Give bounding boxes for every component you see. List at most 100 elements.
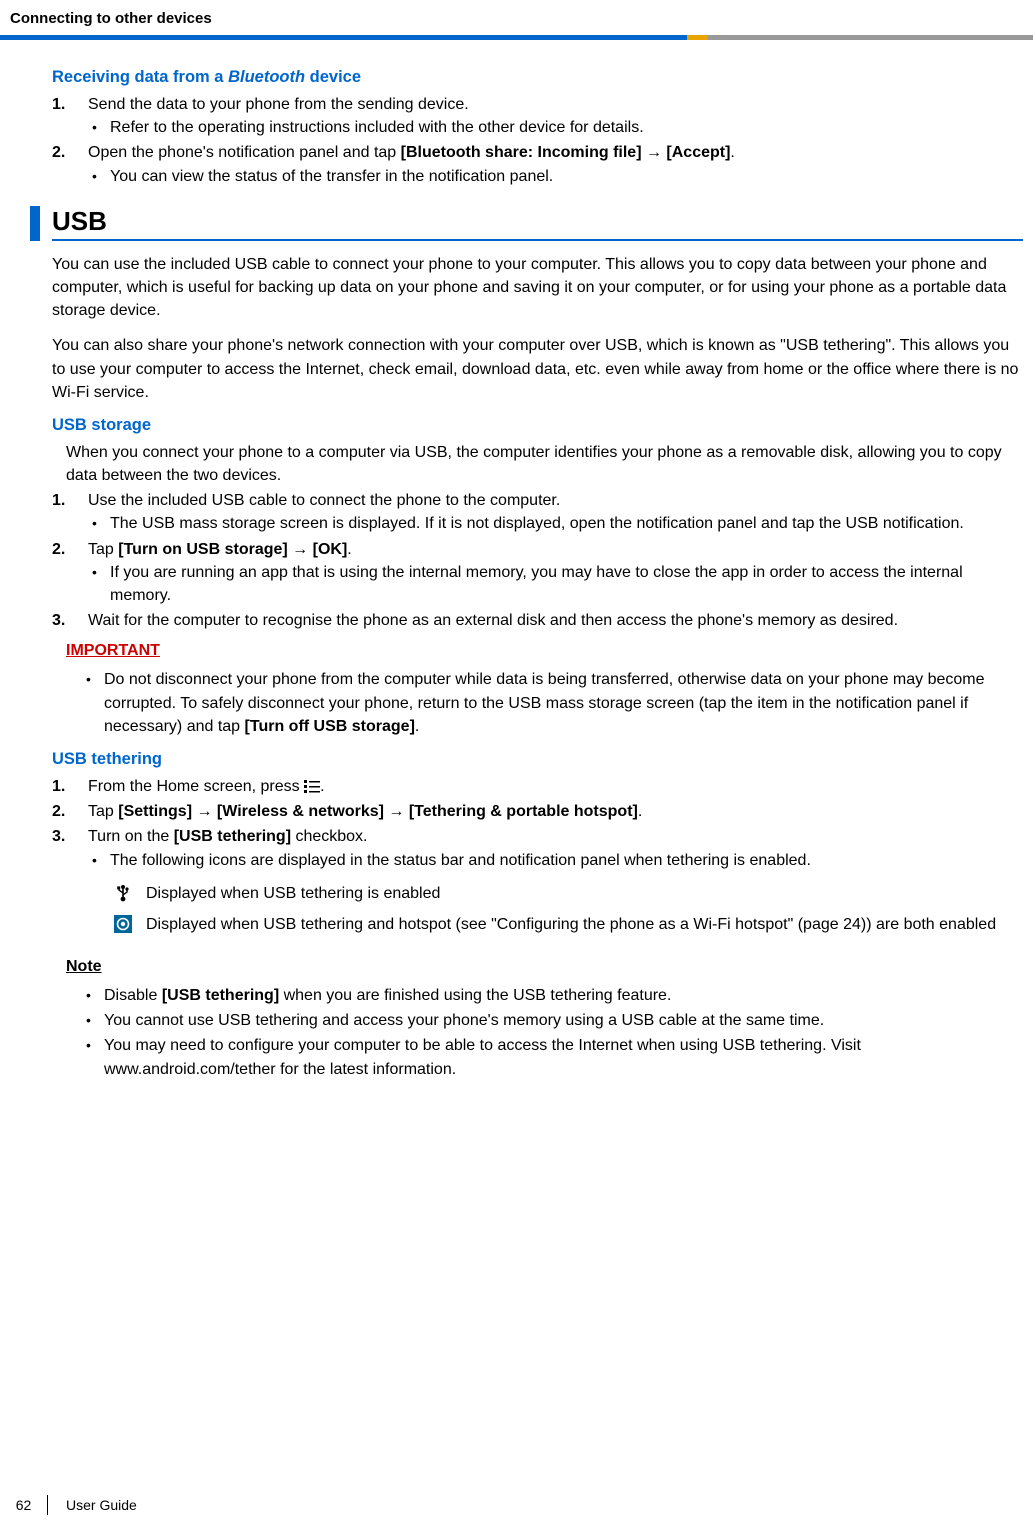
step-text: Wait for the computer to recognise the p…: [88, 612, 898, 629]
step-number: 1.: [52, 775, 65, 798]
step-sublist: The USB mass storage screen is displayed…: [88, 512, 1023, 535]
step-number: 2.: [52, 141, 65, 164]
icon-description: Displayed when USB tethering and hotspot…: [146, 913, 1023, 936]
step-1: 1. From the Home screen, press .: [78, 775, 1023, 798]
bold-label: [Turn off USB storage]: [245, 718, 415, 735]
rule-segment-orange: [687, 35, 708, 40]
page-footer: 62 User Guide: [0, 1495, 137, 1515]
bold-label: [Bluetooth share: Incoming file]: [401, 144, 642, 161]
usb-section-heading-row: USB: [30, 206, 1023, 241]
step-2: 2. Tap [Turn on USB storage] → [OK]. If …: [78, 538, 1023, 608]
icon-row-usb: Displayed when USB tethering is enabled: [114, 882, 1023, 909]
arrow: →: [192, 803, 217, 820]
step-number: 2.: [52, 538, 65, 561]
tethering-steps: 1. From the Home screen, press . 2. Tap …: [52, 775, 1023, 872]
bold-label: [USB tethering]: [174, 828, 291, 845]
sub-bullet: Refer to the operating instructions incl…: [110, 116, 1023, 139]
note-bullet: You may need to configure your computer …: [104, 1034, 1023, 1080]
bold-label: [Turn on USB storage]: [118, 541, 287, 558]
step-sublist: You can view the status of the transfer …: [88, 165, 1023, 188]
header-rule: [0, 35, 1033, 40]
usb-intro-para-2: You can also share your phone's network …: [52, 334, 1023, 404]
text-fragment: .: [638, 803, 642, 820]
bold-label: [Wireless & networks]: [217, 803, 384, 820]
icon-description: Displayed when USB tethering is enabled: [146, 882, 1023, 905]
bold-label: [Accept]: [666, 144, 730, 161]
note-bullet: You cannot use USB tethering and access …: [104, 1009, 1023, 1032]
receiving-bluetooth-heading: Receiving data from a Bluetooth device: [52, 68, 1023, 87]
heading-text-post: device: [305, 68, 361, 86]
bold-label: [USB tethering]: [162, 987, 279, 1004]
rule-segment-blue: [0, 35, 687, 40]
important-bullet: Do not disconnect your phone from the co…: [104, 668, 1023, 738]
page-header: Connecting to other devices: [0, 0, 1033, 35]
sub-bullet: The following icons are displayed in the…: [110, 849, 1023, 872]
step-number: 3.: [52, 609, 65, 632]
text-fragment: Do not disconnect your phone from the co…: [104, 671, 985, 734]
bold-label: [Tethering & portable hotspot]: [409, 803, 638, 820]
usb-tethering-hotspot-icon: [114, 913, 146, 940]
text-fragment: From the Home screen, press: [88, 778, 304, 795]
blue-vertical-bar: [30, 206, 40, 241]
important-list: Do not disconnect your phone from the co…: [52, 668, 1023, 738]
step-text: Send the data to your phone from the sen…: [88, 96, 469, 113]
step-2: 2. Open the phone's notification panel a…: [78, 141, 1023, 187]
step-text: Turn on the [USB tethering] checkbox.: [88, 828, 368, 845]
step-3: 3. Wait for the computer to recognise th…: [78, 609, 1023, 632]
arrow: →: [642, 144, 667, 161]
text-fragment: .: [730, 144, 734, 161]
page-content: Receiving data from a Bluetooth device 1…: [0, 68, 1033, 1081]
step-1: 1. Use the included USB cable to connect…: [78, 489, 1023, 535]
step-number: 1.: [52, 93, 65, 116]
text-fragment: checkbox.: [291, 828, 367, 845]
text-fragment: .: [347, 541, 351, 558]
menu-icon: [304, 780, 320, 793]
step-text: Tap [Settings] → [Wireless & networks] →…: [88, 803, 642, 820]
text-fragment: when you are finished using the USB teth…: [279, 987, 671, 1004]
step-sublist: If you are running an app that is using …: [88, 561, 1023, 607]
text-fragment: Tap: [88, 803, 118, 820]
step-sublist: Refer to the operating instructions incl…: [88, 116, 1023, 139]
usb-tethering-heading: USB tethering: [52, 750, 1023, 769]
usb-section-heading: USB: [52, 206, 1023, 241]
step-number: 3.: [52, 825, 65, 848]
sub-bullet: You can view the status of the transfer …: [110, 165, 1023, 188]
usb-intro-para-1: You can use the included USB cable to co…: [52, 253, 1023, 323]
text-fragment: Tap: [88, 541, 118, 558]
step-3: 3. Turn on the [USB tethering] checkbox.…: [78, 825, 1023, 871]
note-list: Disable [USB tethering] when you are fin…: [52, 984, 1023, 1081]
note-label: Note: [66, 958, 1023, 976]
step-text: Tap [Turn on USB storage] → [OK].: [88, 541, 352, 558]
rule-segment-grey: [708, 35, 1033, 40]
icon-row-hotspot: Displayed when USB tethering and hotspot…: [114, 913, 1023, 940]
heading-text-pre: Receiving data from a: [52, 68, 228, 86]
tethering-icon-table: Displayed when USB tethering is enabled …: [114, 882, 1023, 940]
guide-label: User Guide: [48, 1497, 137, 1513]
usb-storage-steps: 1. Use the included USB cable to connect…: [52, 489, 1023, 632]
step-sublist: The following icons are displayed in the…: [88, 849, 1023, 872]
step-number: 2.: [52, 800, 65, 823]
usb-tethering-icon: [114, 882, 146, 909]
usb-storage-intro: When you connect your phone to a compute…: [52, 441, 1023, 487]
note-bullet: Disable [USB tethering] when you are fin…: [104, 984, 1023, 1007]
arrow: →: [384, 803, 409, 820]
heading-text-italic: Bluetooth: [228, 68, 305, 86]
receiving-steps: 1. Send the data to your phone from the …: [52, 93, 1023, 188]
step-text: Open the phone's notification panel and …: [88, 144, 735, 161]
step-2: 2. Tap [Settings] → [Wireless & networks…: [78, 800, 1023, 823]
step-1: 1. Send the data to your phone from the …: [78, 93, 1023, 139]
text-fragment: Disable: [104, 987, 162, 1004]
bold-label: [Settings]: [118, 803, 192, 820]
step-text: From the Home screen, press .: [88, 778, 325, 795]
usb-storage-heading: USB storage: [52, 416, 1023, 435]
bold-label: [OK]: [313, 541, 348, 558]
text-fragment: Turn on the: [88, 828, 174, 845]
step-number: 1.: [52, 489, 65, 512]
important-label: IMPORTANT: [66, 642, 1023, 660]
sub-bullet: If you are running an app that is using …: [110, 561, 1023, 607]
text-fragment: .: [415, 718, 419, 735]
text-fragment: .: [320, 778, 324, 795]
text-fragment: Open the phone's notification panel and …: [88, 144, 401, 161]
step-text: Use the included USB cable to connect th…: [88, 492, 560, 509]
arrow: →: [288, 541, 313, 558]
